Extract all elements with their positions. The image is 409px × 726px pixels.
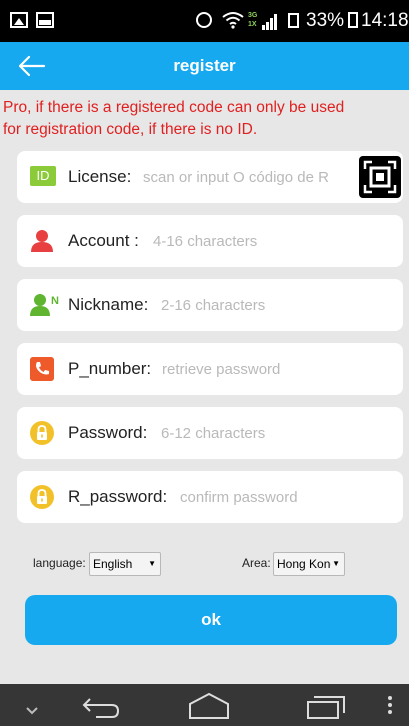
image-notification-icon xyxy=(36,12,54,28)
lock-icon xyxy=(30,421,54,445)
wifi-icon xyxy=(222,12,244,29)
battery-icon xyxy=(348,12,358,28)
repeat-password-input[interactable] xyxy=(180,471,393,523)
phone-icon xyxy=(30,357,54,381)
sim-card-icon xyxy=(288,13,299,28)
account-field[interactable]: Account : xyxy=(17,215,403,267)
phone-number-field[interactable]: P_number: xyxy=(17,343,403,395)
recent-apps-icon[interactable] xyxy=(304,684,348,726)
phone-number-label: P_number: xyxy=(68,359,152,378)
battery-percent: 33% xyxy=(306,10,345,31)
area-value: Hong Kong xyxy=(277,557,338,571)
notification-icon xyxy=(10,12,28,28)
alarm-icon xyxy=(196,12,212,28)
account-input[interactable] xyxy=(153,215,393,267)
signal-icon: 3G 1X xyxy=(248,12,282,30)
area-label: Area: xyxy=(242,556,271,570)
warning-line-2: for registration code, if there is no ID… xyxy=(3,121,258,138)
person-icon xyxy=(31,230,53,252)
dropdown-arrow-icon: ▼ xyxy=(331,553,340,575)
license-field[interactable]: ID License: xyxy=(17,151,403,203)
nickname-field[interactable]: N Nickname: xyxy=(17,279,403,331)
chevron-down-icon[interactable] xyxy=(22,684,42,726)
page-title: register xyxy=(173,56,236,75)
language-label: language: xyxy=(33,556,86,570)
password-label: Password: xyxy=(68,423,148,442)
phone-number-input[interactable] xyxy=(162,343,392,395)
ok-button[interactable]: ok xyxy=(25,595,397,645)
person-n-icon: N xyxy=(30,294,59,316)
dropdown-arrow-icon: ▼ xyxy=(148,559,156,568)
nickname-input[interactable] xyxy=(161,279,393,331)
language-value: English xyxy=(93,557,133,571)
status-bar: 3G 1X 33% 14:18 xyxy=(0,0,409,42)
app-header: register xyxy=(0,42,409,90)
lock-icon xyxy=(30,485,54,509)
account-label: Account : xyxy=(68,231,139,250)
warning-line-1: Pro, if there is a registered code can o… xyxy=(3,99,345,116)
repeat-password-label: R_password: xyxy=(68,487,168,506)
repeat-password-field[interactable]: R_password: xyxy=(17,471,403,523)
system-nav-bar xyxy=(0,684,409,726)
password-input[interactable] xyxy=(161,407,393,459)
clock-time: 14:18 xyxy=(361,10,409,31)
home-nav-icon[interactable] xyxy=(186,684,232,726)
svg-text:N: N xyxy=(51,295,59,307)
license-input[interactable] xyxy=(143,151,355,203)
registration-warning: Pro, if there is a registered code can o… xyxy=(3,97,407,141)
qr-scan-icon[interactable] xyxy=(359,156,401,198)
area-select[interactable]: Hong Kong ▼ xyxy=(273,552,345,576)
id-icon: ID xyxy=(30,166,56,186)
network-tag-1x: 1X xyxy=(248,21,257,28)
password-field[interactable]: Password: xyxy=(17,407,403,459)
language-select[interactable]: English ▼ xyxy=(89,552,161,576)
back-nav-icon[interactable] xyxy=(78,684,122,726)
menu-dots-icon[interactable] xyxy=(383,684,397,726)
license-label: License: xyxy=(68,167,132,186)
nickname-label: Nickname: xyxy=(68,295,149,314)
network-tag-3g: 3G xyxy=(248,12,258,19)
